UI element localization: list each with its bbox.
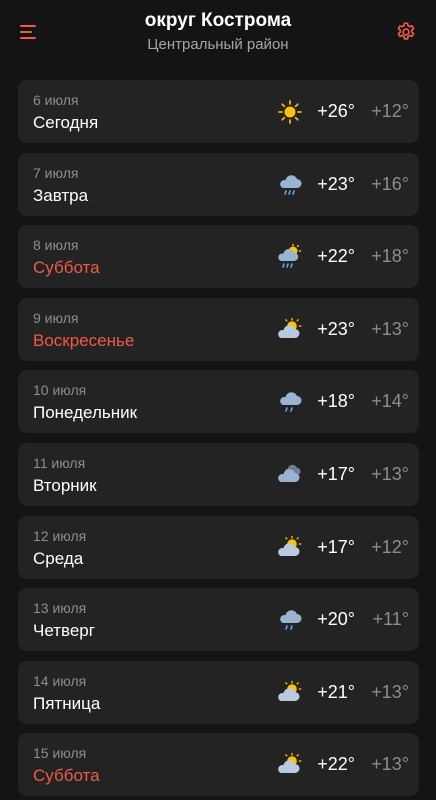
forecast-weekday: Сегодня — [33, 113, 99, 132]
forecast-weekday: Вторник — [33, 475, 97, 495]
cloud-light-rain-icon — [276, 607, 304, 633]
day-temperature: +17° — [317, 463, 355, 484]
weather-app: округ Кострома Центральный район 6 июля … — [0, 0, 436, 800]
forecast-weekday: Суббота — [33, 766, 100, 786]
sun-cloud-icon — [276, 535, 304, 561]
night-temperature: +13° — [371, 463, 409, 484]
cloud-rain-icon — [276, 172, 304, 198]
forecast-date: 8 июля — [33, 237, 79, 254]
daily-forecast-list: 6 июля Сегодня +26° +12° 7 июля Завтра +… — [18, 80, 419, 800]
forecast-weekday: Среда — [33, 548, 84, 568]
forecast-day-card[interactable]: 14 июля Пятница +21° +13° — [18, 660, 419, 724]
night-temperature: +18° — [371, 246, 409, 267]
forecast-day-card[interactable]: 15 июля Суббота +22° +13° — [18, 733, 419, 797]
forecast-date: 10 июля — [33, 382, 87, 399]
sun-cloud-icon — [276, 317, 304, 343]
forecast-weekday: Четверг — [33, 621, 95, 641]
forecast-day-card[interactable]: 9 июля Воскресенье +23° +13° — [18, 297, 419, 361]
forecast-date: 13 июля — [33, 600, 87, 617]
night-temperature: +14° — [371, 391, 409, 412]
sun-cloud-rain-icon — [276, 243, 304, 270]
forecast-day-card[interactable]: 6 июля Сегодня +26° +12° — [18, 80, 419, 143]
day-temperature: +18° — [317, 391, 355, 412]
forecast-date: 14 июля — [33, 672, 87, 689]
night-temperature: +13° — [371, 681, 409, 702]
forecast-date: 6 июля — [33, 92, 79, 108]
forecast-weekday: Пятница — [33, 693, 101, 713]
forecast-day-card[interactable]: 13 июля Четверг +20° +11° — [18, 588, 419, 652]
day-temperature: +17° — [317, 536, 355, 557]
location-subtitle: Центральный район — [147, 36, 289, 53]
cloudy-icon — [276, 462, 304, 488]
sun-cloud-icon — [276, 752, 304, 778]
location-header[interactable]: округ Кострома Центральный район — [70, 10, 366, 56]
night-temperature: +16° — [371, 173, 409, 194]
forecast-weekday: Воскресенье — [33, 330, 135, 350]
night-temperature: +13° — [371, 754, 409, 775]
forecast-date: 7 июля — [33, 164, 79, 181]
cloud-light-rain-icon — [276, 389, 304, 415]
day-temperature: +26° — [317, 101, 355, 121]
day-temperature: +20° — [317, 609, 355, 630]
forecast-date: 12 июля — [33, 527, 87, 544]
forecast-day-card[interactable]: 8 июля Суббота +22° +18° — [18, 225, 419, 289]
forecast-weekday: Понедельник — [33, 403, 138, 423]
location-title: округ Кострома — [144, 10, 292, 31]
day-temperature: +23° — [317, 318, 355, 339]
forecast-day-card[interactable]: 10 июля Понедельник +18° +14° — [18, 370, 419, 434]
forecast-date: 11 июля — [33, 454, 86, 471]
night-temperature: +11° — [372, 609, 409, 630]
forecast-weekday: Завтра — [33, 185, 89, 205]
forecast-day-card[interactable]: 11 июля Вторник +17° +13° — [18, 442, 419, 506]
day-temperature: +22° — [317, 754, 355, 775]
gear-icon — [397, 22, 415, 40]
night-temperature: +12° — [371, 536, 409, 557]
night-temperature: +13° — [371, 318, 409, 339]
settings-button[interactable] — [388, 14, 424, 50]
app-header: округ Кострома Центральный район — [0, 0, 436, 62]
menu-button[interactable] — [12, 16, 44, 48]
sun-icon — [276, 99, 304, 125]
hamburger-menu-icon — [20, 25, 36, 39]
forecast-day-card[interactable]: 12 июля Среда +17° +12° — [18, 515, 419, 579]
sun-cloud-icon — [276, 680, 304, 706]
forecast-weekday: Суббота — [33, 258, 100, 278]
forecast-date: 9 июля — [33, 309, 79, 326]
forecast-date: 15 июля — [33, 745, 87, 762]
day-temperature: +23° — [317, 173, 355, 194]
night-temperature: +12° — [371, 101, 409, 121]
day-temperature: +21° — [317, 681, 355, 702]
forecast-day-card[interactable]: 7 июля Завтра +23° +16° — [18, 152, 419, 216]
day-temperature: +22° — [317, 246, 355, 267]
